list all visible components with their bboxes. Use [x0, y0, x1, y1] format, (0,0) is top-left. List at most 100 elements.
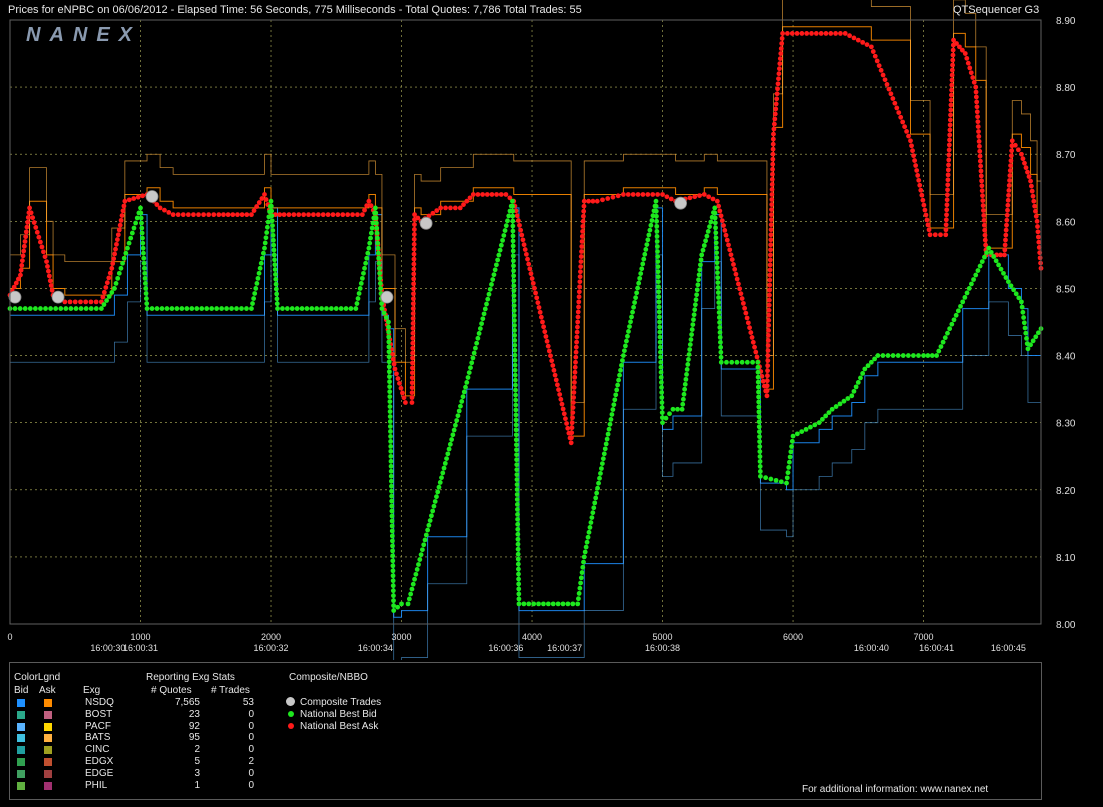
best-ask-point [982, 227, 988, 233]
best-ask-point [23, 229, 29, 235]
best-bid-point [143, 281, 148, 286]
best-bid-point [996, 262, 1001, 268]
best-ask-point [1006, 188, 1012, 193]
best-bid-point [113, 281, 119, 286]
best-ask-point [548, 353, 553, 359]
best-bid-point [757, 439, 763, 445]
best-bid-point [755, 384, 761, 390]
best-ask-point [586, 198, 591, 204]
best-ask-point [765, 353, 771, 358]
best-bid-point [858, 375, 863, 381]
best-bid-point [515, 507, 520, 512]
best-ask-point [918, 187, 924, 193]
composite-label: Composite Trades [300, 697, 382, 708]
best-bid-point [526, 601, 532, 607]
best-ask-point [546, 348, 552, 354]
best-ask-point [162, 207, 167, 213]
best-bid-point [597, 475, 602, 481]
best-ask-point [563, 416, 568, 422]
best-bid-point [426, 522, 432, 528]
best-bid-point [750, 359, 755, 365]
best-bid-point [386, 344, 392, 350]
best-bid-point [129, 230, 135, 236]
best-bid-point [757, 454, 763, 459]
best-ask-point [768, 217, 774, 223]
best-bid-point [634, 290, 640, 296]
best-ask-point [900, 119, 906, 125]
best-ask-point [410, 311, 416, 316]
best-bid-point [264, 230, 270, 235]
best-bid-point [716, 305, 722, 310]
best-bid-point [845, 396, 851, 401]
best-ask-point [580, 223, 586, 229]
best-bid-point [121, 255, 127, 261]
best-bid-point [682, 386, 688, 392]
best-ask-point [946, 162, 951, 168]
best-ask-point [345, 212, 351, 218]
best-ask-point [777, 61, 783, 67]
best-ask-point [979, 183, 985, 189]
best-bid-point [389, 488, 394, 494]
best-bid-point [975, 268, 981, 273]
exchange-name: NSDQ [85, 697, 114, 708]
composite-swatch [286, 697, 295, 706]
best-ask-point [18, 267, 24, 273]
ask-swatch [44, 781, 52, 790]
best-bid-point [693, 297, 699, 303]
best-ask-point [765, 358, 771, 363]
trade-count: 0 [248, 779, 254, 791]
best-bid-point [1028, 342, 1033, 348]
best-bid-point [712, 210, 718, 216]
best-ask-point [572, 369, 578, 375]
best-bid-point [476, 331, 482, 336]
best-bid-point [272, 257, 277, 263]
best-bid-point [616, 377, 622, 383]
best-ask-point [975, 119, 981, 125]
best-bid-point [88, 306, 94, 311]
best-ask-point [946, 152, 952, 158]
best-bid-point [717, 329, 723, 335]
best-ask-point [225, 212, 231, 218]
best-bid-point [109, 290, 115, 295]
best-bid-point [388, 463, 394, 469]
best-bid-point [1030, 338, 1036, 344]
best-ask-point [1033, 208, 1038, 214]
best-bid-point [430, 508, 436, 514]
best-ask-point [579, 249, 584, 254]
best-ask-point [981, 208, 986, 213]
best-ask-point [340, 212, 346, 218]
best-ask-point [114, 241, 119, 247]
best-ask-point [498, 192, 504, 197]
best-bid-point [786, 465, 792, 470]
best-bid-point [269, 208, 275, 214]
best-ask-point [36, 234, 42, 240]
best-ask-point [731, 262, 736, 267]
best-bid-point [778, 479, 784, 485]
best-bid-point [466, 370, 472, 376]
best-ask-point [944, 207, 950, 213]
best-ask-point [525, 256, 530, 262]
best-bid-point [512, 362, 518, 368]
best-ask-point [949, 77, 955, 83]
best-bid-point [643, 247, 649, 252]
best-bid-point [386, 329, 392, 335]
best-ask-point [350, 212, 355, 218]
ask-swatch [44, 734, 52, 743]
best-bid-point [447, 441, 453, 447]
best-ask-point [769, 197, 775, 202]
best-bid-point [373, 210, 379, 216]
best-bid-point [138, 205, 143, 211]
best-ask-point [114, 237, 120, 242]
best-bid-point [140, 240, 146, 246]
best-ask-point [898, 114, 904, 120]
best-bid-point [390, 543, 395, 549]
best-bid-point [936, 348, 942, 354]
best-bid-point [417, 557, 423, 562]
best-bid-point [624, 338, 629, 344]
best-ask-point [944, 192, 950, 198]
best-bid-point [545, 601, 551, 607]
best-bid-point [1024, 336, 1029, 341]
best-bid-point [510, 228, 516, 234]
best-bid-point [689, 327, 695, 332]
best-ask-point [737, 286, 743, 292]
